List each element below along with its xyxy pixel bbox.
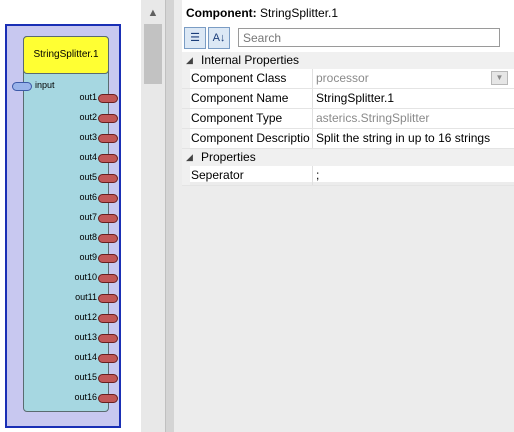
output-port-label: out1	[79, 92, 97, 102]
output-port[interactable]	[98, 94, 118, 103]
output-port-label: out9	[79, 252, 97, 262]
output-port-label: out8	[79, 232, 97, 242]
output-port-label: out3	[79, 132, 97, 142]
column-divider	[312, 69, 313, 88]
component-title: StringSplitter.1	[23, 36, 109, 74]
output-port[interactable]	[98, 154, 118, 163]
output-port[interactable]	[98, 334, 118, 343]
property-name: Component Name	[191, 91, 289, 105]
output-port-label: out15	[74, 372, 97, 382]
header-value: StringSplitter.1	[260, 6, 339, 20]
output-port-label: out14	[74, 352, 97, 362]
output-port[interactable]	[98, 354, 118, 363]
output-port-label: out4	[79, 152, 97, 162]
collapse-arrow-icon[interactable]: ◢	[186, 52, 193, 69]
property-row-seperator[interactable]: Seperator ;	[182, 166, 514, 186]
panel-header: Component: StringSplitter.1	[186, 6, 338, 20]
output-port[interactable]	[98, 274, 118, 283]
search-input[interactable]	[238, 28, 500, 47]
output-port[interactable]	[98, 254, 118, 263]
category-internal-properties[interactable]: ◢ Internal Properties	[182, 52, 514, 69]
category-label: Properties	[201, 150, 256, 164]
pane-splitter[interactable]	[165, 0, 174, 432]
output-port[interactable]	[98, 214, 118, 223]
output-port[interactable]	[98, 174, 118, 183]
output-port[interactable]	[98, 234, 118, 243]
property-name: Component Type	[191, 111, 283, 125]
property-row-component-description[interactable]: Component Descriptio Split the string in…	[182, 129, 514, 149]
output-port[interactable]	[98, 374, 118, 383]
scroll-up-icon[interactable]: ▲	[141, 4, 165, 22]
vertical-scrollbar[interactable]: ▲	[141, 0, 165, 432]
property-name: Component Class	[191, 71, 287, 85]
property-grid-panel: Component: StringSplitter.1 ☰ A↓ ◢ Inter…	[182, 0, 514, 186]
property-value[interactable]: StringSplitter.1	[316, 89, 508, 108]
output-port[interactable]	[98, 114, 118, 123]
output-port-label: out7	[79, 212, 97, 222]
output-port-label: out5	[79, 172, 97, 182]
property-row-component-name[interactable]: Component Name StringSplitter.1	[182, 89, 514, 109]
property-value: asterics.StringSplitter	[316, 111, 430, 125]
output-port-label: out11	[75, 292, 97, 302]
output-port-label: out10	[74, 272, 97, 282]
column-divider	[312, 129, 313, 148]
property-name: Component Descriptio	[191, 131, 310, 145]
property-name: Seperator	[191, 168, 244, 182]
row-gutter	[182, 129, 190, 148]
collapse-arrow-icon[interactable]: ◢	[186, 149, 193, 166]
output-port[interactable]	[98, 294, 118, 303]
output-port[interactable]	[98, 134, 118, 143]
property-row-component-type[interactable]: Component Type asterics.StringSplitter	[182, 109, 514, 129]
category-properties[interactable]: ◢ Properties	[182, 149, 514, 166]
output-port-label: out6	[79, 192, 97, 202]
property-value[interactable]: Split the string in up to 16 strings	[316, 129, 508, 148]
scrollbar-thumb[interactable]	[144, 24, 162, 84]
column-divider	[312, 166, 313, 185]
output-port-label: out16	[74, 392, 97, 402]
property-value[interactable]: ;	[316, 166, 508, 185]
property-toolbar: ☰ A↓	[184, 27, 514, 49]
input-port-label: input	[35, 80, 55, 90]
component-block[interactable]: StringSplitter.1 input out1 out2 out3 out4 o…	[5, 24, 121, 428]
alphabetical-sort-icon[interactable]: A↓	[208, 27, 230, 49]
row-gutter	[182, 89, 190, 108]
dropdown-arrow-icon[interactable]: ▼	[491, 71, 508, 85]
output-port[interactable]	[98, 394, 118, 403]
category-label: Internal Properties	[201, 53, 300, 67]
column-divider	[312, 89, 313, 108]
property-row-component-class[interactable]: Component Class processor ▼	[182, 69, 514, 89]
model-canvas[interactable]: StringSplitter.1 input out1 out2 out3 out4 o…	[0, 0, 165, 432]
output-port-label: out13	[74, 332, 97, 342]
categorized-view-icon[interactable]: ☰	[184, 27, 206, 49]
property-grid: ◢ Internal Properties Component Class pr…	[182, 52, 514, 186]
properties-pane: Component: StringSplitter.1 ☰ A↓ ◢ Inter…	[174, 0, 514, 432]
output-port[interactable]	[98, 314, 118, 323]
input-port[interactable]	[12, 82, 32, 91]
row-gutter	[182, 109, 190, 128]
row-gutter	[182, 166, 190, 185]
row-gutter	[182, 69, 190, 88]
header-label: Component:	[186, 6, 257, 20]
output-port[interactable]	[98, 194, 118, 203]
property-value: processor	[316, 71, 369, 85]
column-divider	[312, 109, 313, 128]
output-port-label: out2	[79, 112, 97, 122]
output-port-label: out12	[74, 312, 97, 322]
